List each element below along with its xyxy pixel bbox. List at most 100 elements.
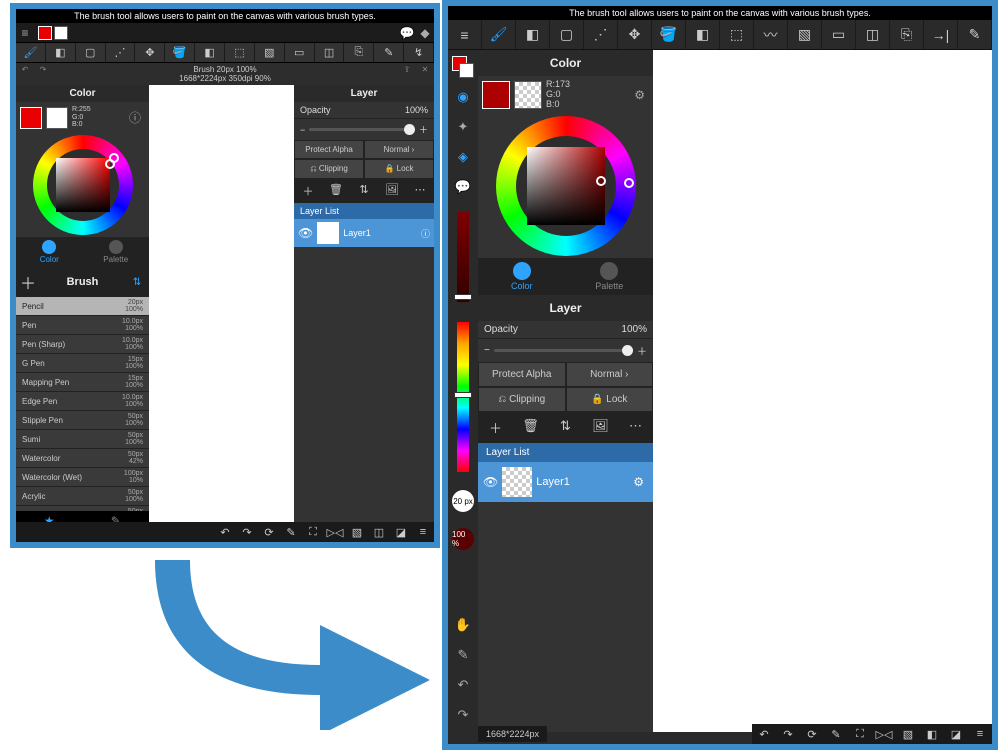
brush-tool-icon[interactable]: 🖌 <box>482 20 516 49</box>
add-brush-icon[interactable]: ＋ <box>20 270 36 294</box>
fill-tool-icon[interactable]: 🪣 <box>652 20 686 49</box>
undo2-icon[interactable]: ↶ <box>752 724 776 744</box>
hue-slider[interactable] <box>457 322 469 472</box>
lock-button[interactable]: 🔒 Lock <box>566 387 654 412</box>
color-wheel[interactable] <box>496 116 636 256</box>
menu2-icon[interactable]: ≡ <box>968 724 992 744</box>
brush-tool-icon[interactable]: 🖌 <box>16 43 46 62</box>
slider-plus-icon[interactable]: ＋ <box>419 123 428 136</box>
color-panel-toggle-icon[interactable]: ◉ <box>452 86 474 108</box>
duplicate-layer-icon[interactable]: 🖼 <box>583 412 618 443</box>
background-swatch[interactable] <box>54 26 68 40</box>
hand-tool-icon[interactable]: ✋ <box>452 614 474 636</box>
export-icon[interactable]: ⇪ <box>398 65 416 83</box>
reorder-layer-icon[interactable]: ⇅ <box>350 179 378 203</box>
text-tool-icon[interactable]: ▭ <box>822 20 856 49</box>
frame-tool-icon[interactable]: ◫ <box>856 20 890 49</box>
eraser-tool-icon[interactable]: ◧ <box>516 20 550 49</box>
brush-size-button[interactable]: 20 px <box>452 490 474 512</box>
slider-minus-icon[interactable]: − <box>484 345 490 356</box>
add-layer-icon[interactable]: ＋ <box>478 412 513 443</box>
duplicate-layer-icon[interactable]: 🖼 <box>378 179 406 203</box>
add-layer-icon[interactable]: ＋ <box>294 179 322 203</box>
wand-tool-icon[interactable]: ✎ <box>958 20 992 49</box>
undo-icon[interactable]: ↶ <box>16 65 34 83</box>
brush-size-slider[interactable] <box>457 212 469 302</box>
eyedrop2-icon[interactable]: ✎ <box>824 724 848 744</box>
brush-opacity-button[interactable]: 100 % <box>452 528 474 550</box>
text-tool-icon[interactable]: ▭ <box>285 43 315 62</box>
brush-row[interactable]: Sumi50px100% <box>16 430 149 449</box>
flip-icon[interactable]: ▷◁ <box>324 522 346 542</box>
redo-icon[interactable]: ↷ <box>34 65 52 83</box>
foreground-swatch[interactable] <box>38 26 52 40</box>
brush-row[interactable]: Pen (Sharp)10.0px100% <box>16 335 149 354</box>
brush-panel-toggle-icon[interactable]: ✦ <box>452 116 474 138</box>
shape-tool-icon[interactable]: ▢ <box>550 20 584 49</box>
material-icon[interactable]: ◪ <box>390 522 412 542</box>
delete-layer-icon[interactable]: 🗑 <box>322 179 350 203</box>
shape-tool-icon[interactable]: ▢ <box>76 43 106 62</box>
brush-row[interactable]: Pen10.0px100% <box>16 316 149 335</box>
primary-color-swatch[interactable] <box>482 81 510 109</box>
color-wheel[interactable] <box>33 135 133 235</box>
secondary-color-swatch[interactable] <box>46 107 68 129</box>
color-square[interactable] <box>527 147 605 225</box>
redo-icon[interactable]: ↷ <box>452 704 474 726</box>
brush-row[interactable]: Stipple Pen50px100% <box>16 411 149 430</box>
wand-tool-icon[interactable]: ✎ <box>374 43 404 62</box>
layer-gear-icon[interactable]: ⚙ <box>633 475 648 489</box>
lasso-icon[interactable]: 〰 <box>754 20 788 49</box>
frame-tool-icon[interactable]: ◫ <box>315 43 345 62</box>
material-icon[interactable]: ◪ <box>944 724 968 744</box>
flip-icon[interactable]: ▷◁ <box>872 724 896 744</box>
redo2-icon[interactable]: ↷ <box>776 724 800 744</box>
undo2-icon[interactable]: ↶ <box>214 522 236 542</box>
fit-icon[interactable]: ⛶ <box>848 724 872 744</box>
anchor-tool-icon[interactable]: →| <box>924 20 958 49</box>
brush-list[interactable]: Pencil20px100%Pen10.0px100%Pen (Sharp)10… <box>16 297 149 511</box>
eraser-tool-icon[interactable]: ◧ <box>46 43 76 62</box>
layers-panel-toggle-icon[interactable]: ◈ <box>452 146 474 168</box>
opacity-slider[interactable] <box>309 128 415 131</box>
dots-tool-icon[interactable]: ⋰ <box>584 20 618 49</box>
brush-sort-icon[interactable]: ⇅ <box>129 277 145 288</box>
chat-icon[interactable]: 💬 <box>452 176 474 198</box>
grid-icon[interactable]: ▧ <box>346 522 368 542</box>
move-tool-icon[interactable]: ✥ <box>618 20 652 49</box>
eyedrop2-icon[interactable]: ✎ <box>280 522 302 542</box>
menu-icon[interactable]: ≡ <box>448 20 482 49</box>
info-icon[interactable]: ⓘ <box>129 109 145 126</box>
clipping-button[interactable]: ⎌ Clipping <box>478 387 566 412</box>
blend-mode-button[interactable]: Normal › <box>566 362 654 387</box>
brush-row[interactable]: Mapping Pen15px100% <box>16 373 149 392</box>
clipping-button[interactable]: ⎌ Clipping <box>294 159 364 179</box>
secondary-color-swatch[interactable] <box>514 81 542 109</box>
grid-icon[interactable]: ▧ <box>896 724 920 744</box>
brush-row[interactable]: Pencil20px100% <box>16 297 149 316</box>
tab-palette[interactable]: Palette <box>566 258 654 295</box>
rotate-icon[interactable]: ⟳ <box>800 724 824 744</box>
reorder-layer-icon[interactable]: ⇅ <box>548 412 583 443</box>
slider-minus-icon[interactable]: − <box>300 125 305 135</box>
brush-row[interactable]: Watercolor50px42% <box>16 449 149 468</box>
layer-item[interactable]: 👁 Layer1 ⓘ <box>294 219 434 247</box>
delete-layer-icon[interactable]: 🗑 <box>513 412 548 443</box>
ref-tool-icon[interactable]: ⎘ <box>890 20 924 49</box>
brush-row[interactable]: Acrylic50px100% <box>16 487 149 506</box>
gradient-tool-icon[interactable]: ◧ <box>686 20 720 49</box>
menu-icon[interactable]: ≡ <box>16 24 34 42</box>
chat-icon[interactable]: 💬 <box>398 24 416 42</box>
select-rect-icon[interactable]: ⬚ <box>225 43 255 62</box>
close-icon[interactable]: ✕ <box>416 65 434 83</box>
more-layer-icon[interactable]: ⋯ <box>406 179 434 203</box>
layer-info-icon[interactable]: ⓘ <box>421 227 430 240</box>
slider-plus-icon[interactable]: ＋ <box>637 343 647 358</box>
eyedrop-icon[interactable]: ✎ <box>452 644 474 666</box>
gear-icon[interactable]: ⚙ <box>634 88 649 102</box>
layer-item[interactable]: 👁 Layer1 ⚙ <box>478 462 653 502</box>
gradient-tool-icon[interactable]: ◧ <box>195 43 225 62</box>
primary-color-swatch[interactable] <box>20 107 42 129</box>
redo2-icon[interactable]: ↷ <box>236 522 258 542</box>
color-swatches[interactable] <box>34 26 72 40</box>
